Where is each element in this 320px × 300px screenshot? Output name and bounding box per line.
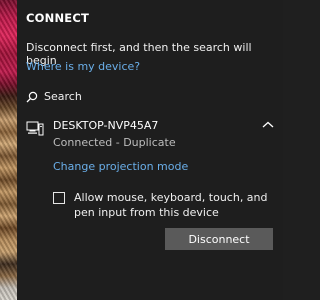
search-icon [26, 91, 38, 102]
change-projection-mode-link[interactable]: Change projection mode [53, 160, 188, 173]
disconnect-button[interactable]: Disconnect [165, 228, 273, 250]
desktop-wallpaper [0, 0, 17, 300]
allow-input-label: Allow mouse, keyboard, touch, and pen in… [74, 191, 268, 219]
device-status: Connected - Duplicate [53, 136, 176, 149]
computer-icon [26, 121, 44, 136]
search-button[interactable]: Search [26, 90, 82, 103]
device-item[interactable]: DESKTOP-NVP45A7 Connected - Duplicate [26, 118, 278, 152]
search-label: Search [44, 90, 82, 103]
where-is-my-device-link[interactable]: Where is my device? [26, 60, 140, 73]
chevron-up-icon[interactable] [262, 120, 274, 130]
connect-panel: CONNECT Disconnect first, and then the s… [17, 0, 283, 300]
allow-input-checkbox[interactable] [53, 192, 65, 204]
panel-title: CONNECT [26, 11, 90, 25]
allow-input-option[interactable]: Allow mouse, keyboard, touch, and pen in… [53, 190, 278, 220]
device-name: DESKTOP-NVP45A7 [53, 119, 159, 132]
